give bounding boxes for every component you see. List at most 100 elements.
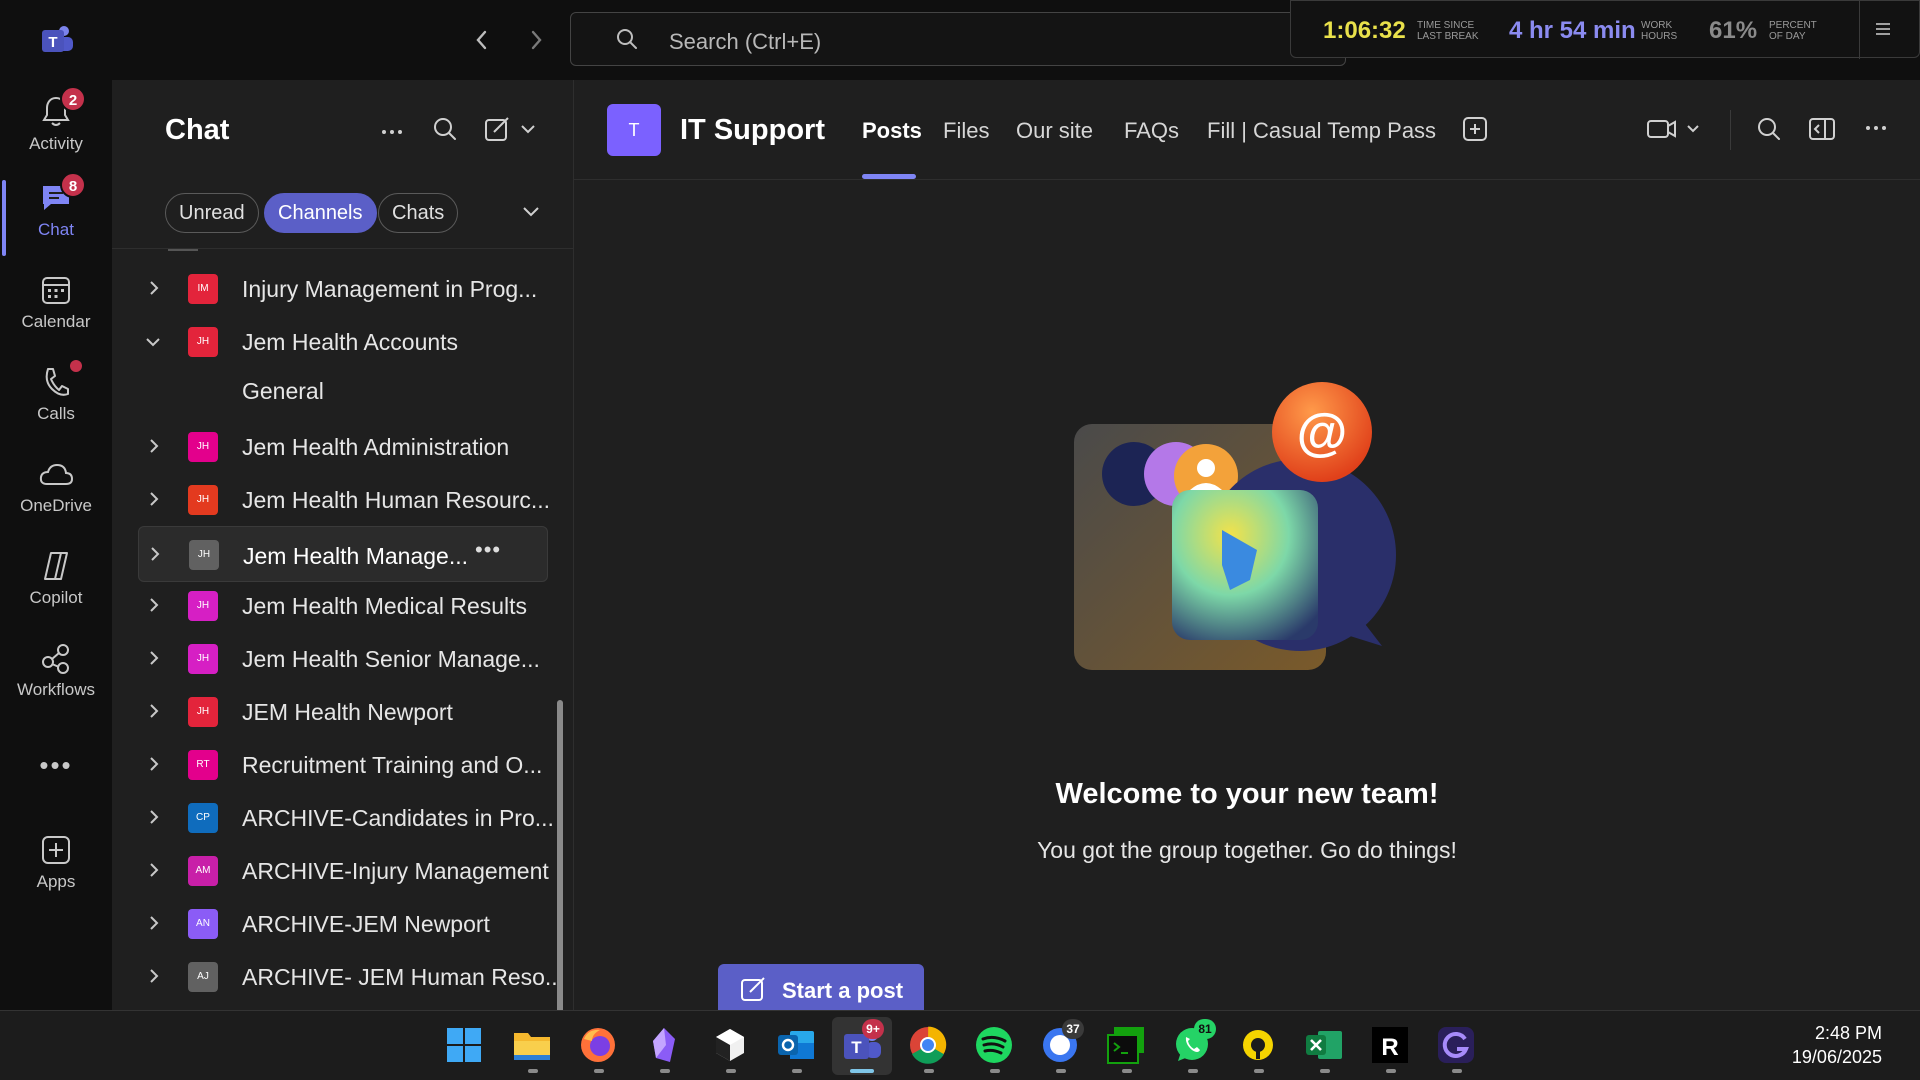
back-arrow-icon[interactable] (466, 24, 498, 56)
chevron-right-icon[interactable] (148, 598, 160, 612)
tab-posts[interactable]: Posts (862, 118, 922, 144)
chevron-right-icon[interactable] (148, 863, 160, 877)
app-rail: 2 Activity 8 Chat Calendar Calls OneDriv… (0, 80, 112, 1010)
channel-row-selected[interactable]: JH Jem Health Manage... ••• (138, 526, 548, 582)
excel-icon[interactable] (1304, 1025, 1344, 1065)
more-options-icon[interactable] (1864, 116, 1888, 140)
chevron-right-icon[interactable] (148, 439, 160, 453)
pane-title: Chat (165, 114, 230, 146)
more-apps-button[interactable]: ••• (0, 750, 112, 790)
break-timer-widget: 1:06:32 TIME SINCE LAST BREAK 4 hr 54 mi… (1290, 0, 1920, 59)
search-icon[interactable] (1756, 116, 1782, 142)
channel-row[interactable]: CP ARCHIVE-Candidates in Pro... (138, 793, 554, 841)
chevron-right-icon[interactable] (148, 704, 160, 718)
more-options-icon[interactable] (380, 120, 404, 144)
filter-search-icon[interactable] (432, 116, 458, 142)
system-clock[interactable]: 2:48 PM 19/06/2025 (1792, 1021, 1882, 1069)
channel-row[interactable]: AM ARCHIVE-Injury Management (138, 846, 549, 894)
windows-start-icon[interactable] (444, 1025, 484, 1065)
outlook-icon[interactable] (776, 1025, 816, 1065)
file-explorer-icon[interactable] (512, 1025, 552, 1065)
chevron-right-icon[interactable] (148, 969, 160, 983)
running-indicator (924, 1069, 934, 1073)
rail-item-workflows[interactable]: Workflows (0, 640, 112, 720)
rail-item-calls[interactable]: Calls (0, 360, 112, 444)
rail-item-apps[interactable]: Apps (0, 832, 112, 912)
whatsapp-icon[interactable]: 81 (1172, 1019, 1216, 1065)
chevron-down-icon[interactable] (146, 336, 160, 348)
tab-files[interactable]: Files (943, 118, 989, 144)
active-running-indicator (850, 1069, 874, 1073)
rail-label-workflows: Workflows (16, 680, 96, 699)
chevron-right-icon[interactable] (148, 916, 160, 930)
chevron-right-icon[interactable] (148, 651, 160, 665)
rail-item-chat[interactable]: 8 Chat (0, 172, 112, 260)
r-app-icon[interactable]: R (1370, 1025, 1410, 1065)
chevron-right-icon[interactable] (148, 281, 160, 295)
channel-name: Injury Management in Prog... (242, 276, 538, 302)
spotify-icon[interactable] (974, 1025, 1014, 1065)
running-indicator (1386, 1069, 1396, 1073)
channel-avatar: JH (188, 644, 218, 674)
channel-row[interactable]: RT Recruitment Training and O... (138, 740, 548, 788)
hamburger-menu-icon[interactable] (1875, 21, 1891, 37)
start-post-button[interactable]: Start a post (718, 964, 924, 1010)
channel-row[interactable]: JH Jem Health Medical Results (138, 581, 548, 629)
signal-taskbar-badge: 37 (1062, 1019, 1084, 1039)
sub-channel-row[interactable]: General (138, 366, 548, 414)
channel-avatar: JH (188, 697, 218, 727)
firefox-icon[interactable] (578, 1025, 618, 1065)
channel-info-panel-icon[interactable] (1808, 116, 1836, 142)
row-more-options-icon[interactable]: ••• (475, 537, 501, 563)
clock-time: 2:48 PM (1814, 1023, 1882, 1043)
add-tab-icon[interactable] (1462, 116, 1488, 142)
rail-item-calendar[interactable]: Calendar (0, 272, 112, 352)
channel-row[interactable]: JH Jem Health Human Resourc... (138, 475, 551, 523)
channel-row[interactable]: JH Jem Health Administration (138, 422, 548, 470)
notion-icon[interactable] (710, 1025, 750, 1065)
tab-faqs[interactable]: FAQs (1124, 118, 1179, 144)
obsidian-icon[interactable] (644, 1025, 684, 1065)
forward-arrow-icon[interactable] (520, 24, 552, 56)
running-indicator (660, 1069, 670, 1073)
channel-row[interactable]: AJ ARCHIVE- JEM Human Reso... (138, 952, 564, 1000)
rail-item-copilot[interactable]: Copilot (0, 548, 112, 628)
tab-our-site[interactable]: Our site (1016, 118, 1093, 144)
chrome-icon[interactable] (908, 1025, 948, 1065)
channel-row[interactable]: JH Jem Health Senior Manage... (138, 634, 548, 682)
channel-row[interactable]: IM Injury Management in Prog... (138, 264, 548, 312)
running-indicator (1188, 1069, 1198, 1073)
activity-badge: 2 (60, 86, 86, 112)
tab-casual-temp-pass[interactable]: Fill | Casual Temp Pass (1207, 118, 1436, 144)
channel-row[interactable]: JH Jem Health Accounts (138, 317, 548, 365)
chevron-down-icon[interactable] (522, 204, 540, 218)
filter-unread[interactable]: Unread (165, 193, 259, 233)
chevron-right-icon[interactable] (149, 547, 161, 561)
chevron-right-icon[interactable] (148, 492, 160, 506)
running-indicator (594, 1069, 604, 1073)
list-scrollbar[interactable] (557, 700, 563, 1030)
signal-icon[interactable]: 37 (1040, 1019, 1084, 1065)
filter-chats[interactable]: Chats (378, 193, 459, 233)
terminal-icon[interactable] (1106, 1025, 1146, 1065)
team-name[interactable]: IT Support (680, 114, 825, 147)
bitwarden-icon[interactable] (1238, 1025, 1278, 1065)
channel-list: IM Injury Management in Prog... JH Jem H… (112, 249, 573, 1010)
channel-name: Jem Health Human Resourc... (242, 487, 551, 513)
rail-item-activity[interactable]: 2 Activity (0, 86, 112, 174)
whatsapp-taskbar-badge: 81 (1194, 1019, 1216, 1039)
chevron-right-icon[interactable] (148, 810, 160, 824)
channel-row[interactable]: AN ARCHIVE-JEM Newport (138, 899, 548, 947)
rail-label-copilot: Copilot (29, 588, 83, 607)
rail-item-onedrive[interactable]: OneDrive (0, 456, 112, 536)
filter-channels[interactable]: Channels (264, 193, 377, 233)
channel-row[interactable]: JH JEM Health Newport (138, 687, 548, 735)
channel-avatar: AJ (188, 962, 218, 992)
g-app-icon[interactable] (1436, 1025, 1476, 1065)
new-chat-icon[interactable] (484, 116, 538, 142)
teams-icon[interactable]: T 9+ (842, 1019, 884, 1065)
chevron-right-icon[interactable] (148, 757, 160, 771)
video-call-icon[interactable] (1646, 116, 1704, 142)
search-input[interactable]: Search (Ctrl+E) (570, 12, 1346, 66)
channel-name: Jem Health Senior Manage... (242, 646, 540, 672)
